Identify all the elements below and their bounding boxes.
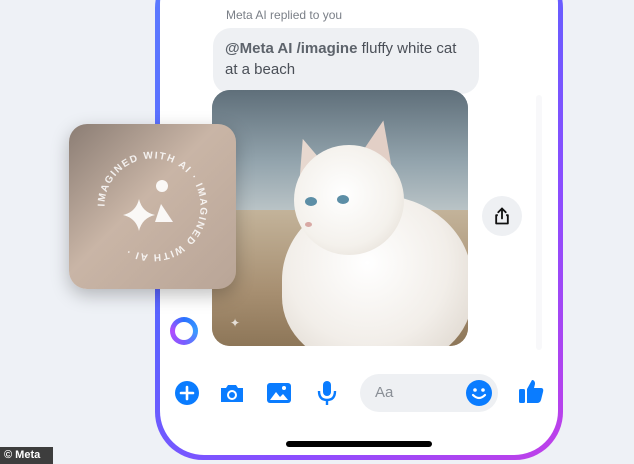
home-indicator <box>286 441 432 447</box>
prompt-message-bubble[interactable]: @Meta AI /imagine fluffy white cat at a … <box>213 28 479 94</box>
add-button[interactable] <box>172 378 202 408</box>
watermark-badge-icon: IMAGINED WITH AI · IMAGINED WITH AI · <box>96 150 208 262</box>
gallery-button[interactable] <box>264 378 294 408</box>
microphone-icon <box>317 381 337 405</box>
watermark-ring-text: IMAGINED WITH AI · IMAGINED WITH AI · <box>96 150 207 262</box>
image-icon <box>267 383 291 403</box>
image-credit: © Meta <box>0 447 53 464</box>
microphone-button[interactable] <box>312 378 342 408</box>
emoji-icon <box>471 388 487 400</box>
camera-button[interactable] <box>217 378 247 408</box>
like-button[interactable] <box>516 376 546 406</box>
cat-eye-left <box>305 197 317 206</box>
message-input[interactable]: Aa <box>360 374 498 412</box>
generated-cat-image[interactable]: ✦ <box>212 90 468 346</box>
message-input-placeholder: Aa <box>375 384 394 401</box>
emoji-button[interactable] <box>466 380 492 406</box>
reply-label: Meta AI replied to you <box>226 8 343 22</box>
imagined-with-ai-watermark: IMAGINED WITH AI · IMAGINED WITH AI · <box>69 124 236 289</box>
cat-nose <box>305 222 312 227</box>
thumbs-up-icon <box>519 380 544 403</box>
cat-eye-right <box>337 195 349 204</box>
svg-text:IMAGINED WITH AI · IMAGINED WI: IMAGINED WITH AI · IMAGINED WITH AI · <box>96 150 208 262</box>
plus-circle-icon <box>175 381 199 405</box>
meta-ai-avatar <box>170 317 198 345</box>
ai-sparkle-icon: ✦ <box>230 316 241 330</box>
share-icon <box>495 207 509 225</box>
scroll-edge <box>536 95 542 350</box>
share-button[interactable] <box>482 196 522 236</box>
prompt-command: @Meta AI /imagine <box>225 40 358 57</box>
camera-icon <box>221 385 243 402</box>
